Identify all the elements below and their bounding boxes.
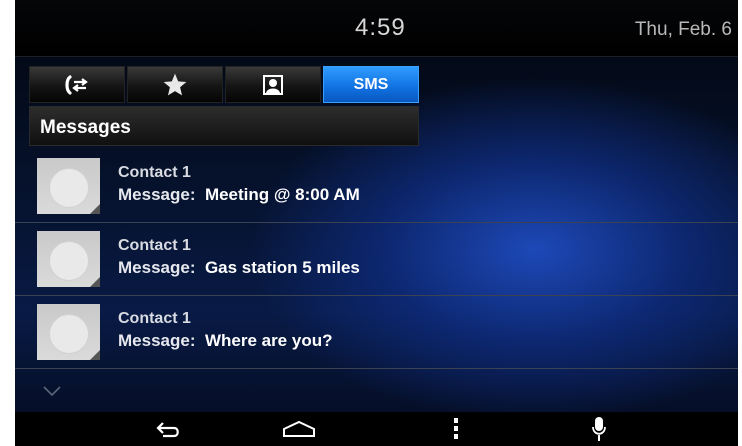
message-label: Message:: [118, 185, 196, 204]
date: Thu, Feb. 6: [634, 19, 732, 40]
home-icon: [283, 420, 315, 437]
star-icon: [163, 73, 187, 95]
avatar: [37, 231, 100, 287]
contacts-icon: [263, 74, 283, 95]
message-text: Meeting @ 8:00 AM: [204, 185, 360, 204]
call-transfer-icon: [65, 74, 88, 95]
tab-call-log[interactable]: [29, 66, 125, 103]
tab-sms-label: SMS: [353, 75, 389, 93]
home-button[interactable]: [276, 412, 322, 446]
tab-favorites[interactable]: [127, 66, 223, 103]
microphone-icon: [592, 417, 606, 441]
avatar: [37, 158, 100, 214]
app-screen: 4:59 Thu, Feb. 6 SMS Messages Contact 1 …: [15, 0, 738, 446]
tab-contacts[interactable]: [225, 66, 321, 103]
contact-name: Contact 1: [118, 237, 191, 254]
menu-icon: [454, 418, 458, 439]
message-list: Contact 1 Message: Meeting @ 8:00 AM Con…: [15, 150, 738, 369]
section-header: Messages: [29, 106, 419, 146]
message-preview: Message: Meeting @ 8:00 AM: [118, 185, 360, 205]
message-preview: Message: Where are you?: [118, 331, 332, 351]
back-icon: [156, 422, 179, 438]
back-button[interactable]: [146, 412, 192, 446]
contact-name: Contact 1: [118, 310, 191, 327]
status-bar: 4:59 Thu, Feb. 6: [15, 0, 738, 57]
section-title: Messages: [40, 117, 131, 138]
tab-sms[interactable]: SMS: [323, 66, 419, 103]
message-text: Gas station 5 miles: [204, 258, 360, 277]
message-row[interactable]: Contact 1 Message: Where are you?: [15, 296, 738, 369]
avatar: [37, 304, 100, 360]
message-row[interactable]: Contact 1 Message: Gas station 5 miles: [15, 223, 738, 296]
menu-button[interactable]: [433, 412, 479, 446]
message-row[interactable]: Contact 1 Message: Meeting @ 8:00 AM: [15, 150, 738, 223]
message-preview: Message: Gas station 5 miles: [118, 258, 360, 278]
tab-bar: SMS: [29, 66, 419, 103]
clock: 4:59: [355, 14, 406, 41]
nav-bar: [15, 412, 738, 446]
chevron-down-icon[interactable]: [43, 382, 61, 400]
message-label: Message:: [118, 258, 196, 277]
message-label: Message:: [118, 331, 196, 350]
voice-button[interactable]: [576, 412, 622, 446]
message-text: Where are you?: [204, 331, 333, 350]
contact-name: Contact 1: [118, 164, 191, 181]
